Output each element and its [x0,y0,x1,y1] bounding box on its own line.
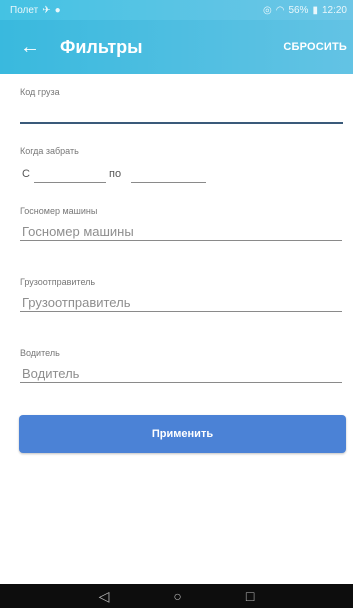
system-nav-bar: ◁ ○ □ [0,584,353,608]
nav-back-button[interactable]: ◁ [99,589,110,603]
wifi-icon: ◠ [275,4,285,16]
cargo-code-input[interactable] [20,104,343,124]
battery-icon: ▮ [312,4,318,16]
pickup-from-label: С [22,168,30,180]
plate-input[interactable] [20,222,342,241]
pickup-to-label: по [109,168,122,180]
apply-button[interactable]: Применить [19,415,346,453]
page-title: Фильтры [60,36,143,57]
status-bar: Полет ✈ ● ◎ ◠ 56% ▮ 12:20 [0,0,353,20]
pickup-to-input[interactable] [131,166,206,183]
battery-text: 56% [288,4,309,16]
status-right: ◎ ◠ 56% ▮ 12:20 [263,5,353,16]
driver-label: Водитель [20,348,60,358]
airplane-mode-icon: ✈ [42,4,51,16]
nav-recents-button[interactable]: □ [246,589,254,603]
location-icon: ◎ [262,4,272,16]
pickup-from-input[interactable] [34,166,106,183]
cargo-code-label: Код груза [20,87,60,97]
plate-label: Госномер машины [20,206,98,216]
driver-input[interactable] [20,364,342,383]
reset-button[interactable]: СБРОСИТЬ [283,41,347,53]
shipper-label: Грузоотправитель [20,277,96,287]
pickup-label: Когда забрать [20,146,79,156]
status-left: Полет ✈ ● [0,5,61,16]
app-bar: ← Фильтры СБРОСИТЬ [0,20,353,74]
notification-icon: ● [54,4,61,16]
clock-text: 12:20 [321,4,347,16]
shipper-input[interactable] [20,293,342,312]
carrier-text: Полет [10,4,39,16]
back-arrow-icon[interactable]: ← [20,37,40,57]
nav-home-button[interactable]: ○ [173,589,181,603]
